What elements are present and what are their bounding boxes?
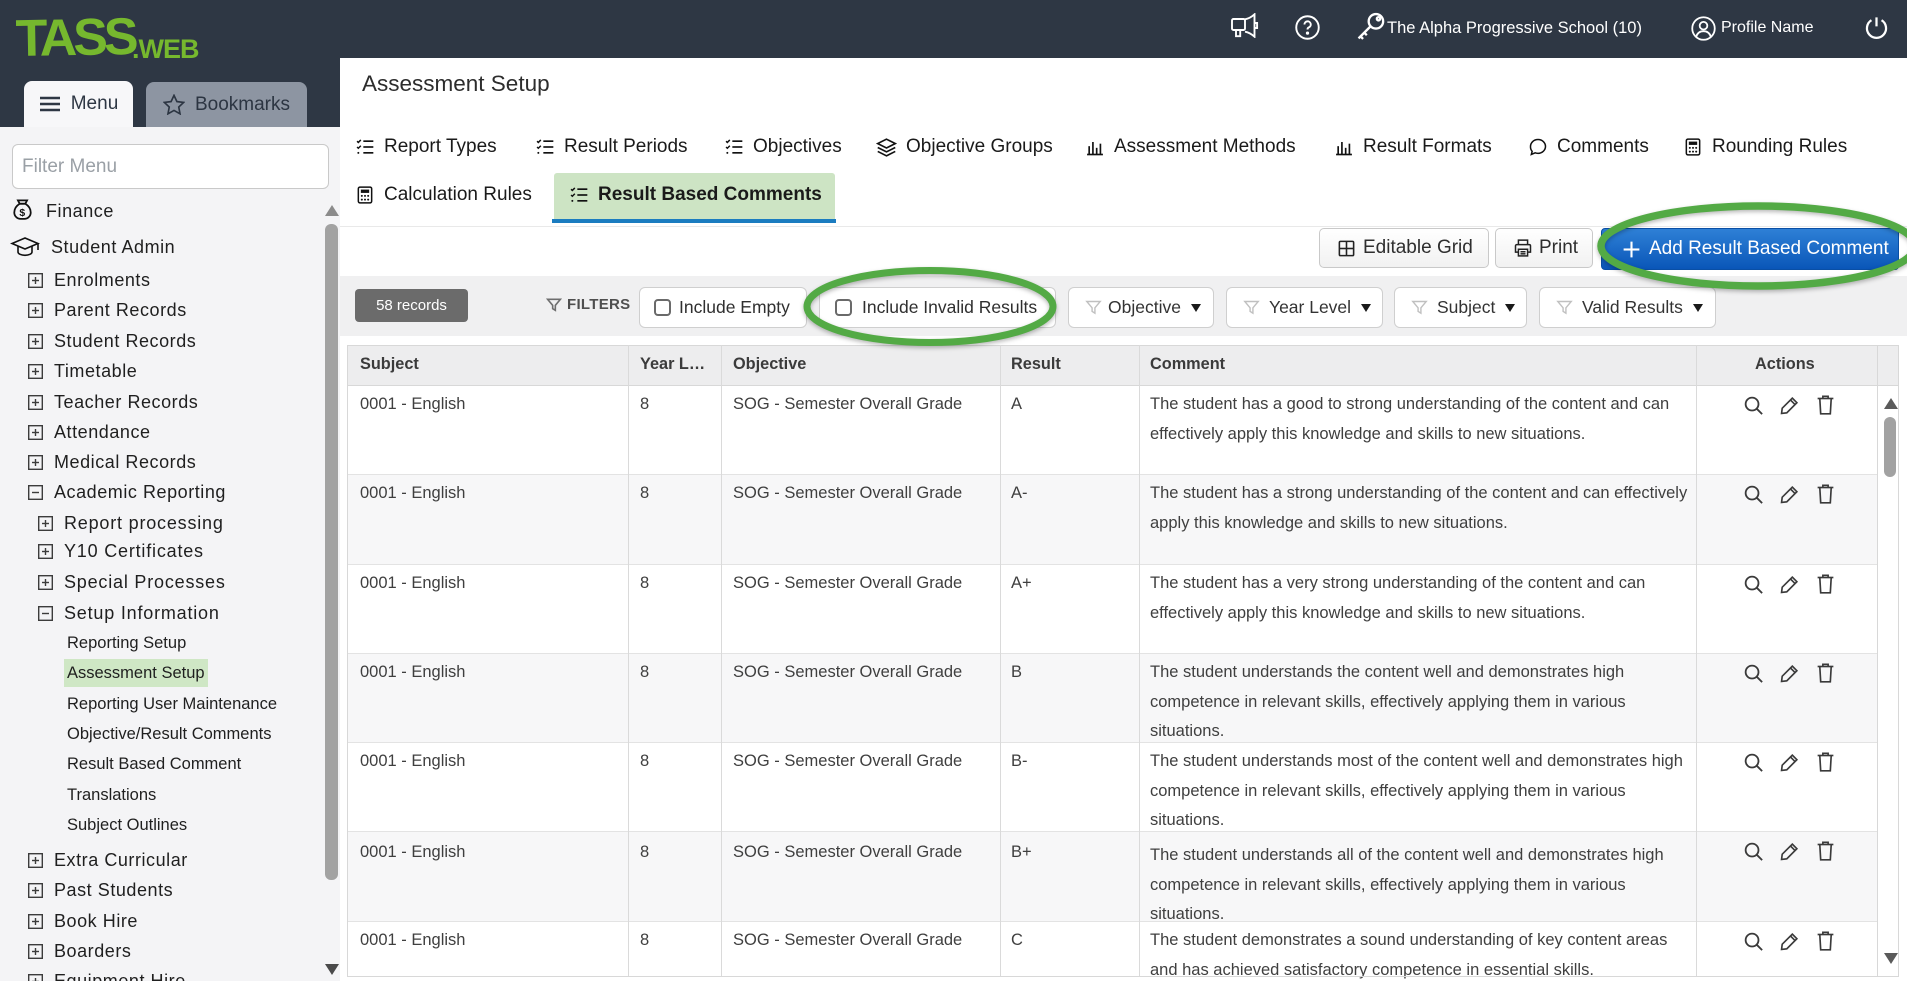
svg-text:$: $	[19, 208, 25, 219]
svg-text:.WEB: .WEB	[132, 34, 199, 64]
svg-text:TASS: TASS	[15, 8, 137, 68]
